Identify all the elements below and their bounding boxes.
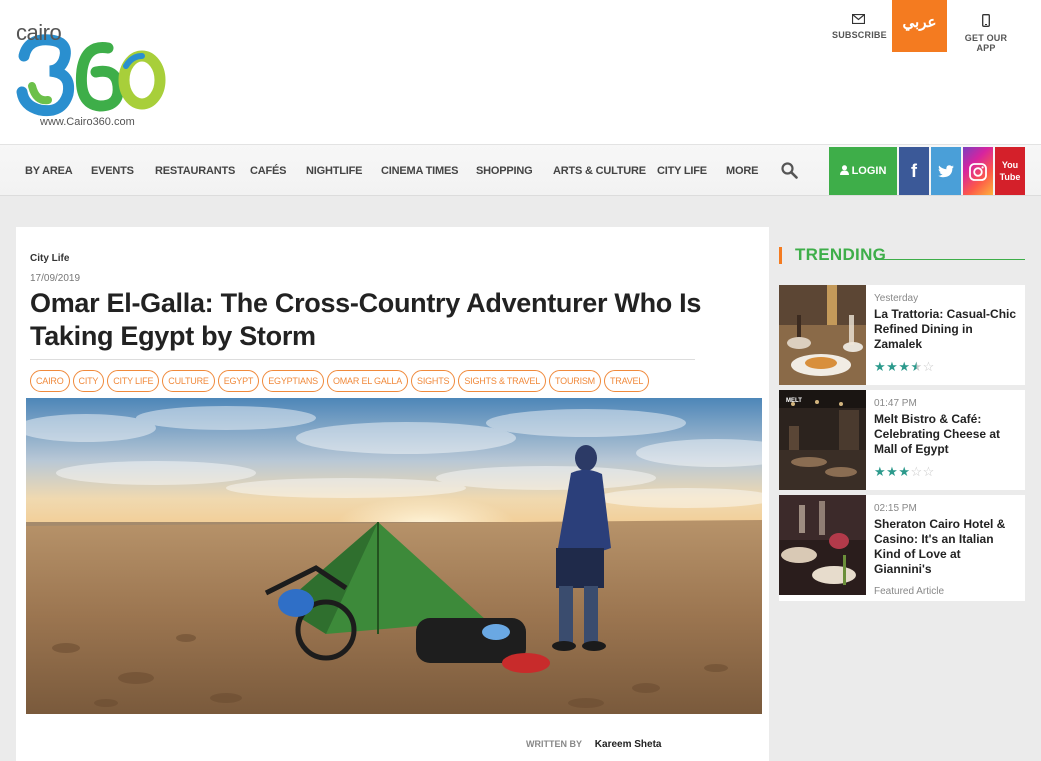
- trending-accent-bar: [779, 247, 782, 264]
- login-label: LOGIN: [851, 165, 887, 177]
- subscribe-label: SUBSCRIBE: [832, 30, 887, 40]
- rating-stars-1: ★★★★☆: [874, 359, 935, 375]
- user-icon: [839, 165, 849, 175]
- tag-cairo[interactable]: CAIRO: [30, 370, 70, 392]
- trending-meta-2: 01:47 PM: [874, 398, 917, 409]
- restaurant-dish-photo: [779, 285, 866, 385]
- trending-title-1: La Trattoria: Casual-Chic Refined Dining…: [874, 307, 1017, 351]
- search-button[interactable]: [781, 162, 798, 184]
- nav-cinema-times[interactable]: CINEMA TIMES: [381, 145, 458, 197]
- trending-meta-3: 02:15 PM: [874, 503, 917, 514]
- trending-thumb-3: [779, 495, 866, 595]
- empty-star-icon: ☆: [910, 464, 923, 479]
- search-icon: [781, 162, 798, 179]
- star-icon: ★: [898, 464, 911, 479]
- italian-dinner-photo: [779, 495, 866, 595]
- logo-url: www.Cairo360.com: [40, 116, 135, 128]
- tag-city[interactable]: CITY: [72, 370, 105, 392]
- youtube-link[interactable]: You Tube: [995, 147, 1025, 195]
- tag-omar-el-galla[interactable]: OMAR EL GALLA: [326, 370, 409, 392]
- star-icon: ★: [874, 464, 887, 479]
- empty-star-icon: ☆: [922, 359, 935, 374]
- tag-sights[interactable]: SIGHTS: [411, 370, 456, 392]
- trending-meta-1: Yesterday: [874, 293, 919, 304]
- get-app-button[interactable]: GET OUR APP: [955, 0, 1017, 53]
- rating-stars-2: ★★★☆☆: [874, 464, 935, 480]
- nav-city-life[interactable]: CITY LIFE: [657, 145, 707, 197]
- star-icon: ★: [874, 359, 887, 374]
- article-category[interactable]: City Life: [30, 253, 69, 264]
- trending-rule: [875, 259, 1025, 260]
- subscribe-button[interactable]: SUBSCRIBE: [832, 0, 887, 52]
- nav-by-area[interactable]: BY AREA: [25, 145, 73, 197]
- star-icon: ★: [886, 359, 899, 374]
- site-header: cairo www.Cairo360.com SUBSCRIBE عربي GE…: [0, 0, 1041, 144]
- featured-article-label: Featured Article: [874, 586, 945, 597]
- envelope-icon: [851, 14, 865, 24]
- article-card: City Life 17/09/2019 Omar El-Galla: The …: [16, 227, 769, 761]
- login-button[interactable]: LOGIN: [829, 147, 897, 195]
- author-link[interactable]: Kareem Sheta: [595, 739, 662, 750]
- trending-card-1[interactable]: Yesterday La Trattoria: Casual-Chic Refi…: [779, 285, 1025, 385]
- trending-card-2[interactable]: MELT 01:47 PM Melt Bistro & Café: Celebr…: [779, 390, 1025, 490]
- nav-more[interactable]: MORE: [726, 145, 758, 197]
- star-icon: ★: [898, 359, 911, 374]
- nav-shopping[interactable]: SHOPPING: [476, 145, 533, 197]
- nav-events[interactable]: EVENTS: [91, 145, 134, 197]
- trending-header: TRENDING: [779, 244, 1025, 266]
- trending-title-3: Sheraton Cairo Hotel & Casino: It's an I…: [874, 517, 1006, 576]
- title-divider: [30, 359, 695, 360]
- nav-arts-culture[interactable]: ARTS & CULTURE: [553, 145, 646, 197]
- tag-egyptians[interactable]: EGYPTIANS: [262, 370, 324, 392]
- article-tags: CAIRO CITY CITY LIFE CULTURE EGYPT EGYPTIANS O…: [30, 370, 730, 392]
- article-title: Omar El-Galla: The Cross-Country Adventu…: [30, 288, 702, 351]
- nav-cafes[interactable]: CAFÉS: [250, 145, 286, 197]
- tag-travel[interactable]: TRAVEL: [603, 370, 650, 392]
- byline-label: WRITTEN BY: [526, 739, 582, 749]
- trending-thumb-2: MELT: [779, 390, 866, 490]
- logo-word: cairo: [16, 20, 62, 45]
- phone-icon: [982, 14, 990, 27]
- tag-city-life[interactable]: CITY LIFE: [107, 370, 160, 392]
- tag-egypt[interactable]: EGYPT: [217, 370, 260, 392]
- trending-card-3[interactable]: 02:15 PM Sheraton Cairo Hotel & Casino: …: [779, 495, 1025, 601]
- get-app-label: GET OUR APP: [964, 33, 1008, 53]
- arabic-language-button[interactable]: عربي: [892, 0, 947, 52]
- empty-star-icon: ☆: [922, 464, 935, 479]
- facebook-icon: f: [911, 161, 917, 181]
- hero-image: [26, 398, 762, 714]
- cairo360-logo[interactable]: cairo www.Cairo360.com: [14, 18, 174, 130]
- trending-title-2: Melt Bistro & Café: Celebrating Cheese a…: [874, 412, 1001, 456]
- nav-nightlife[interactable]: NIGHTLIFE: [306, 145, 362, 197]
- star-icon: ★: [886, 464, 899, 479]
- tag-tourism[interactable]: TOURISM: [549, 370, 601, 392]
- article-byline: WRITTEN BY Kareem Sheta: [526, 739, 661, 750]
- desert-tent-photo: [26, 398, 762, 714]
- trending-thumb-1: [779, 285, 866, 385]
- instagram-link[interactable]: [963, 147, 993, 195]
- nav-restaurants[interactable]: RESTAURANTS: [155, 145, 235, 197]
- twitter-icon: [938, 165, 954, 178]
- twitter-link[interactable]: [931, 147, 961, 195]
- bistro-interior-photo: [779, 390, 866, 490]
- thumb-label-melt: MELT: [786, 398, 802, 404]
- facebook-link[interactable]: f: [899, 147, 929, 195]
- youtube-icon: You Tube: [999, 160, 1021, 182]
- tag-sights-travel[interactable]: SIGHTS & TRAVEL: [458, 370, 547, 392]
- article-date: 17/09/2019: [30, 273, 81, 284]
- half-star-icon: ★: [910, 359, 923, 374]
- instagram-icon: [969, 163, 987, 181]
- tag-culture[interactable]: CULTURE: [162, 370, 215, 392]
- trending-title: TRENDING: [795, 245, 887, 264]
